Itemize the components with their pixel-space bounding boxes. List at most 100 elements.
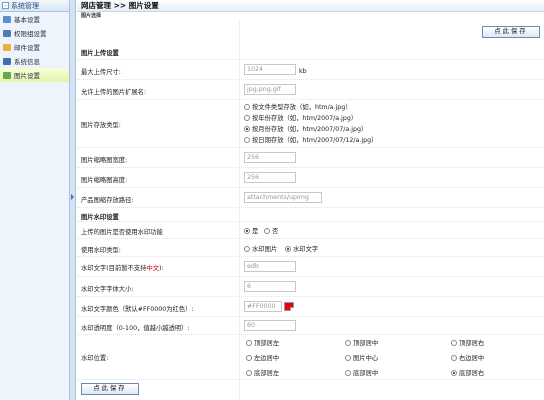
watermark-enable-no[interactable]: 否 <box>264 226 278 235</box>
radio-icon[interactable] <box>345 370 351 376</box>
mail-icon <box>3 44 11 51</box>
sidebar-item-mail-settings[interactable]: 邮件设置 <box>0 40 69 54</box>
main-content: 网店管理 >> 图片设置 图片选择 点此保存 图片上传设置 最大上传尺寸: kb… <box>77 0 544 400</box>
sidebar-item-label: 系统信息 <box>14 56 40 66</box>
radio-selected-icon[interactable] <box>451 370 457 376</box>
row-watermark-position: 水印位置: 顶部居左 顶部居中 顶部居右 左边居中 图片中心 <box>77 335 544 380</box>
radio-selected-icon[interactable] <box>285 246 291 252</box>
position-label: 顶部居右 <box>459 338 484 347</box>
position-bottom-left[interactable]: 底部居左 <box>246 368 279 377</box>
position-label: 左边居中 <box>254 353 279 362</box>
radio-option-label: 水印图片 <box>252 244 277 253</box>
image-icon <box>3 72 11 79</box>
position-top-right[interactable]: 顶部居右 <box>451 338 484 347</box>
collapse-toggle-icon[interactable]: - <box>2 2 9 9</box>
row-watermark-text: 水印文字(目前暂不支持中文): <box>77 257 544 277</box>
sidebar-header[interactable]: - 系统管理 <box>0 0 69 12</box>
watermark-text-label-prefix: 水印文字(目前暂不支持 <box>81 265 146 272</box>
position-label: 底部居右 <box>459 368 484 377</box>
radio-icon[interactable] <box>264 228 270 234</box>
position-middle-right[interactable]: 右边居中 <box>451 353 484 362</box>
watermark-text-label-warning: 中文 <box>146 265 159 272</box>
row-watermark-color: 水印文字颜色（默认#FF0000为红色）: <box>77 297 544 317</box>
page-title: 网店管理 >> 图片设置 <box>77 0 544 12</box>
storage-type-label: 图片存放类型: <box>81 120 121 129</box>
max-size-unit: kb <box>299 68 307 75</box>
storage-option-year[interactable]: 按年份存放（如，htm/2007/a.jpg） <box>244 113 357 122</box>
watermark-type-label: 使用水印类型: <box>81 245 121 254</box>
storage-option-label: 按日期存放（如，htm/2007/07/12/a.jpg） <box>252 135 377 144</box>
watermark-text-input[interactable] <box>244 261 296 272</box>
position-bottom-right[interactable]: 底部居右 <box>451 368 484 377</box>
radio-icon[interactable] <box>246 370 252 376</box>
watermark-section-title: 图片水印设置 <box>81 212 119 221</box>
color-picker-swatch[interactable] <box>284 302 294 311</box>
expand-arrow-icon[interactable] <box>71 194 74 200</box>
position-top-left[interactable]: 顶部居左 <box>246 338 279 347</box>
radio-icon[interactable] <box>244 137 250 143</box>
group-icon <box>3 30 11 37</box>
allowed-ext-label: 允许上传的图片扩展名: <box>81 87 146 96</box>
sidebar-splitter[interactable] <box>70 0 76 400</box>
thumb-width-input[interactable] <box>244 152 296 163</box>
radio-selected-icon[interactable] <box>244 126 250 132</box>
row-watermark-enable: 上传的图片是否使用水印功能 是 否 <box>77 222 544 239</box>
sidebar-item-label: 基本设置 <box>14 14 40 24</box>
radio-selected-icon[interactable] <box>244 228 250 234</box>
row-thumb-height: 图片缩略图高度: <box>77 168 544 188</box>
section-row-upload: 图片上传设置 <box>77 42 544 60</box>
watermark-text-label-suffix: ): <box>159 265 164 272</box>
watermark-enable-label: 上传的图片是否使用水印功能 <box>81 227 163 236</box>
sidebar: - 系统管理 基本设置 权限组设置 邮件设置 系统信息 图片设置 <box>0 0 70 400</box>
storage-option-date[interactable]: 按日期存放（如，htm/2007/07/12/a.jpg） <box>244 135 377 144</box>
sidebar-item-system-info[interactable]: 系统信息 <box>0 54 69 68</box>
product-path-label: 产品图缩存放路径: <box>81 195 134 204</box>
allowed-ext-input[interactable] <box>244 84 296 95</box>
storage-option-label: 按月份存放（如，htm/2007/07/a.jpg） <box>252 124 367 133</box>
watermark-type-image[interactable]: 水印图片 <box>244 244 277 253</box>
radio-icon[interactable] <box>246 355 252 361</box>
save-button-top[interactable]: 点此保存 <box>482 26 540 38</box>
product-path-input[interactable] <box>244 192 322 203</box>
storage-option-month[interactable]: 按月份存放（如，htm/2007/07/a.jpg） <box>244 124 367 133</box>
watermark-font-size-label: 水印文字字体大小: <box>81 284 134 293</box>
watermark-alpha-input[interactable] <box>244 320 296 331</box>
radio-icon[interactable] <box>451 355 457 361</box>
radio-icon[interactable] <box>451 340 457 346</box>
thumb-width-label: 图片缩略图宽度: <box>81 155 127 164</box>
radio-icon[interactable] <box>345 355 351 361</box>
sidebar-item-label: 邮件设置 <box>14 42 40 52</box>
section-row-watermark: 图片水印设置 <box>77 208 544 222</box>
radio-icon[interactable] <box>244 104 250 110</box>
radio-icon[interactable] <box>244 115 250 121</box>
row-allowed-ext: 允许上传的图片扩展名: <box>77 80 544 100</box>
watermark-alpha-label: 水印透明度（0-100，值越小越透明）: <box>81 323 190 332</box>
storage-option-filetype[interactable]: 按文件类型存放（如，htm/a.jpg） <box>244 102 352 111</box>
max-size-input[interactable] <box>244 64 296 75</box>
position-center[interactable]: 图片中心 <box>345 353 378 362</box>
sidebar-item-image-settings[interactable]: 图片设置 <box>0 68 69 82</box>
sub-tab-label: 图片选择 <box>81 12 131 20</box>
sidebar-item-permission-groups[interactable]: 权限组设置 <box>0 26 69 40</box>
radio-icon[interactable] <box>246 340 252 346</box>
storage-option-label: 按年份存放（如，htm/2007/a.jpg） <box>252 113 357 122</box>
row-storage-type: 图片存放类型: 按文件类型存放（如，htm/a.jpg） 按年份存放（如，htm… <box>77 100 544 148</box>
thumb-height-input[interactable] <box>244 172 296 183</box>
position-label: 底部居中 <box>353 368 378 377</box>
sidebar-header-label: 系统管理 <box>11 1 39 11</box>
watermark-position-label: 水印位置: <box>81 353 108 362</box>
radio-option-label: 是 <box>252 226 258 235</box>
sidebar-item-basic-settings[interactable]: 基本设置 <box>0 12 69 26</box>
position-top-center[interactable]: 顶部居中 <box>345 338 378 347</box>
position-middle-left[interactable]: 左边居中 <box>246 353 279 362</box>
radio-option-label: 否 <box>272 226 278 235</box>
watermark-font-size-input[interactable] <box>244 281 296 292</box>
radio-icon[interactable] <box>345 340 351 346</box>
radio-icon[interactable] <box>244 246 250 252</box>
radio-option-label: 水印文字 <box>293 244 318 253</box>
watermark-enable-yes[interactable]: 是 <box>244 226 258 235</box>
watermark-color-input[interactable] <box>244 301 282 312</box>
save-button-bottom[interactable]: 点此保存 <box>81 383 139 395</box>
position-bottom-center[interactable]: 底部居中 <box>345 368 378 377</box>
watermark-type-text[interactable]: 水印文字 <box>285 244 318 253</box>
